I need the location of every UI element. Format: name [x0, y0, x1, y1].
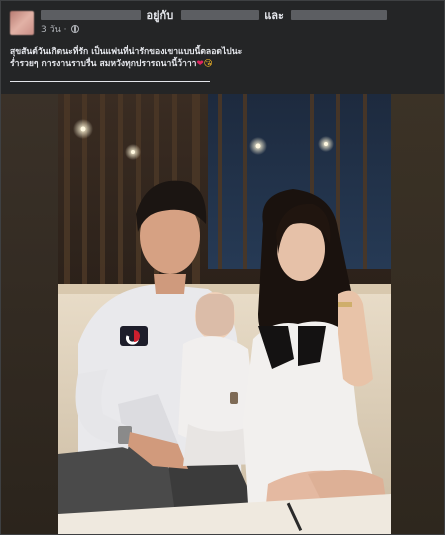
caption-line-2: ร่ำรวยๆ การงานราบรื่น สมหวังทุกปรารถนานี… [10, 58, 430, 70]
post-photo-frame [1, 94, 444, 534]
author-avatar[interactable] [10, 11, 34, 35]
meta-separator: · [63, 25, 67, 35]
caption-line-1: สุขสันต์วันเกิดนะที่รัก เป็นแฟนที่น่ารัก… [10, 47, 243, 57]
tagged-friend-2-redacted[interactable] [291, 10, 388, 20]
post-header: อยู่กับ และ 3 วัน · [1, 1, 444, 45]
author-line: อยู่กับ และ [41, 9, 388, 23]
photo-blur-right [391, 94, 444, 534]
heart-icon: ❤ [196, 59, 204, 69]
caption-divider [10, 81, 210, 82]
photo-blur-left [1, 94, 58, 534]
post-timestamp[interactable]: 3 วัน [41, 25, 61, 35]
facebook-post: อยู่กับ และ 3 วัน · สุขสันต์วันเกิดนะที่… [0, 0, 445, 535]
caption-line-2-text: ร่ำรวยๆ การงานราบรื่น สมหวังทุกปรารถนานี… [10, 59, 197, 69]
post-meta: 3 วัน · [41, 24, 80, 36]
author-name-redacted[interactable] [41, 10, 141, 20]
post-photo[interactable] [58, 94, 391, 534]
globe-icon[interactable] [71, 25, 80, 33]
photo-illustration [58, 94, 391, 534]
post-caption: สุขสันต์วันเกิดนะที่รัก เป็นแฟนที่น่ารัก… [10, 46, 430, 70]
and-label: และ [264, 9, 284, 22]
tagged-friend-redacted[interactable] [180, 10, 259, 20]
kiss-emoji-icon: 😘 [203, 59, 213, 69]
with-label: อยู่กับ [146, 9, 174, 22]
